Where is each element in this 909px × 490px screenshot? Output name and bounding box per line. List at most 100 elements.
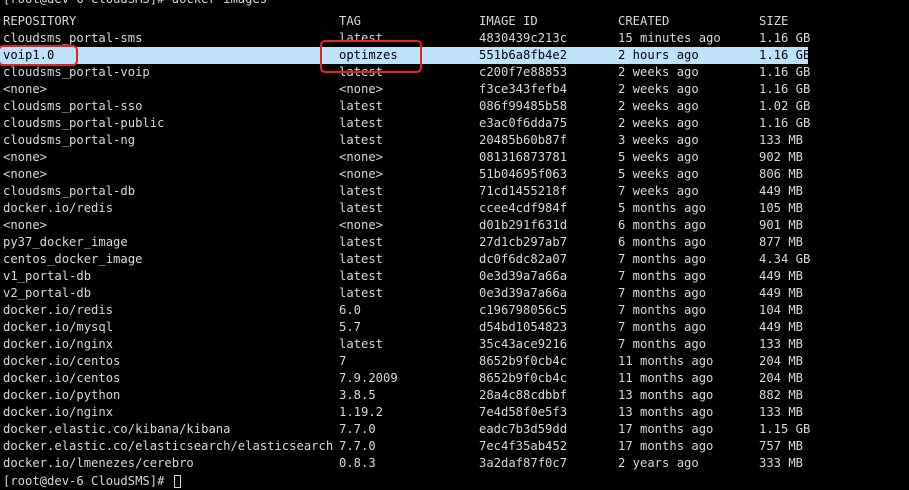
table-row[interactable]: docker.elastic.co/kibana/kibana 7.7.0 eadc… [0,421,909,438]
table-row[interactable]: <none> <none> d01b291f631d 6 months ago 901 … [0,217,909,234]
cell-image-id: 551b6a8fb4e2 [479,48,568,62]
cell-repository: docker.io/python [3,388,121,402]
cell-size: 806 MB [759,167,804,181]
terminal-window[interactable]: [root@dev-6 CloudSMS]# docker images REP… [0,0,909,488]
cell-image-id: 7ec4f35ab452 [479,439,568,453]
cell-created: 15 minutes ago [618,31,721,45]
cell-image-id: 27d1cb297ab7 [479,235,568,249]
cell-image-id: 081316873781 [479,150,568,164]
header-tag: TAG [339,14,362,28]
table-row[interactable]: cloudsms_portal-voip latest c200f7e88853 2 … [0,64,909,81]
table-row[interactable]: cloudsms_portal-public latest e3ac0f6dda75… [0,115,909,132]
cell-created: 17 months ago [618,439,714,453]
cell-created: 2 weeks ago [618,116,699,130]
cell-created: 7 months ago [618,286,707,300]
cell-image-id: 20485b60b87f [479,133,568,147]
cell-tag: latest [339,252,384,266]
cell-created: 6 months ago [618,235,707,249]
table-row[interactable]: docker.io/nginx 1.19.2 7e4d58f0e5f3 13 mont… [0,404,909,421]
cell-size: 1.02 GB [759,99,811,113]
table-row[interactable]: docker.io/mysql 5.7 d54bd1054823 7 months a… [0,319,909,336]
cell-size: 1.16 GB [759,31,811,45]
table-header: REPOSITORY TAG IMAGE ID CREATED SIZE [0,13,909,30]
table-row[interactable]: docker.io/centos 7 8652b9f0cb4c 11 months a… [0,353,909,370]
cell-size: 1.16 GB [759,82,811,96]
cell-image-id: 51b04695f063 [479,167,568,181]
cell-created: 13 months ago [618,388,714,402]
table-row[interactable]: docker.elastic.co/elasticsearch/elastics… [0,438,909,455]
cell-created: 7 months ago [618,252,707,266]
cell-image-id: d01b291f631d [479,218,568,232]
table-row[interactable]: cloudsms_portal-db latest 71cd1455218f 7 we… [0,183,909,200]
cell-repository: docker.elastic.co/kibana/kibana [3,422,231,436]
cell-repository: docker.io/nginx [3,405,114,419]
cell-image-id: e3ac0f6dda75 [479,116,568,130]
cell-tag: 5.7 [339,320,362,334]
table-row[interactable]: docker.io/redis latest ccee4cdf984f 5 month… [0,200,909,217]
cell-size: 1.15 GB [759,422,811,436]
cell-tag: <none> [339,167,384,181]
cell-tag: 7.9.2009 [339,371,398,385]
cell-repository: v2_portal-db [3,286,92,300]
table-row[interactable]: docker.io/python 3.8.5 28a4c88cdbbf 13 mont… [0,387,909,404]
cell-image-id: ccee4cdf984f [479,201,568,215]
cell-image-id: 7e4d58f0e5f3 [479,405,568,419]
table-row[interactable]: py37_docker_image latest 27d1cb297ab7 6 mon… [0,234,909,251]
cell-repository: <none> [3,82,48,96]
cell-size: 902 MB [759,150,804,164]
cell-repository: cloudsms_portal-db [3,184,136,198]
cell-image-id: 35c43ace9216 [479,337,568,351]
cell-repository: docker.io/nginx [3,337,114,351]
cell-tag: 1.19.2 [339,405,384,419]
table-row[interactable]: centos_docker_image latest dc0f6dc82a07 7 m… [0,251,909,268]
table-row[interactable]: docker.io/redis 6.0 c196798056c5 7 months a… [0,302,909,319]
table-row[interactable]: cloudsms_portal-ng latest 20485b60b87f 3 we… [0,132,909,149]
table-row[interactable]: v2_portal-db latest 0e3d39a7a66a 7 months a… [0,285,909,302]
header-image-id: IMAGE ID [479,14,538,28]
cell-repository: centos_docker_image [3,252,143,266]
cell-created: 5 weeks ago [618,150,699,164]
cell-size: 1.16 GB [759,48,811,62]
cell-created: 2 years ago [618,456,699,470]
table-row[interactable]: docker.io/lmenezes/cerebro 0.8.3 3a2daf87f… [0,455,909,472]
table-row[interactable]: <none> <none> 51b04695f063 5 weeks ago 806 M… [0,166,909,183]
table-row[interactable]: docker.io/centos 7.9.2009 8652b9f0cb4c 11 m… [0,370,909,387]
table-row[interactable]: voip1.0 optimzes 551b6a8fb4e2 2 hours ago 1.… [0,47,909,64]
cell-tag: 7.7.0 [339,422,376,436]
cell-size: 1.16 GB [759,65,811,79]
cell-size: 449 MB [759,269,804,283]
cell-size: 877 MB [759,235,804,249]
cell-image-id: c200f7e88853 [479,65,568,79]
cell-tag: 7 [339,354,347,368]
cell-image-id: 28a4c88cdbbf [479,388,568,402]
table-row[interactable]: <none> <none> f3ce343fefb4 2 weeks ago 1.16 … [0,81,909,98]
cell-image-id: 0e3d39a7a66a [479,269,568,283]
cell-tag: latest [339,286,384,300]
table-row[interactable]: cloudsms_portal-sso latest 086f99485b58 2 w… [0,98,909,115]
table-row[interactable]: <none> <none> 081316873781 5 weeks ago 902 M… [0,149,909,166]
table-row[interactable]: cloudsms_portal-sms latest 4830439c213c 15 … [0,30,909,47]
cell-repository: <none> [3,218,48,232]
cell-image-id: dc0f6dc82a07 [479,252,568,266]
cell-repository: cloudsms_portal-ng [3,133,136,147]
cell-tag: latest [339,133,384,147]
cell-size: 4.34 GB [759,252,811,266]
annotation-box-tag [320,40,422,73]
cell-tag: <none> [339,150,384,164]
table-row[interactable]: v1_portal-db latest 0e3d39a7a66a 7 months a… [0,268,909,285]
cell-created: 2 weeks ago [618,82,699,96]
cell-created: 11 months ago [618,371,714,385]
cell-tag: latest [339,99,384,113]
bottom-prompt-text: [root@dev-6 CloudSMS]# [3,474,172,488]
cell-tag: latest [339,184,384,198]
cell-image-id: d54bd1054823 [479,320,568,334]
cell-created: 7 months ago [618,269,707,283]
cell-created: 2 hours ago [618,48,699,62]
table-row[interactable]: docker.io/nginx latest 35c43ace9216 7 month… [0,336,909,353]
cell-tag: 7.7.0 [339,439,376,453]
cell-tag: latest [339,116,384,130]
cell-size: 133 MB [759,337,804,351]
cell-repository: docker.io/redis [3,201,114,215]
cell-repository: docker.elastic.co/elasticsearch/elastics… [3,439,334,453]
cell-created: 2 weeks ago [618,99,699,113]
